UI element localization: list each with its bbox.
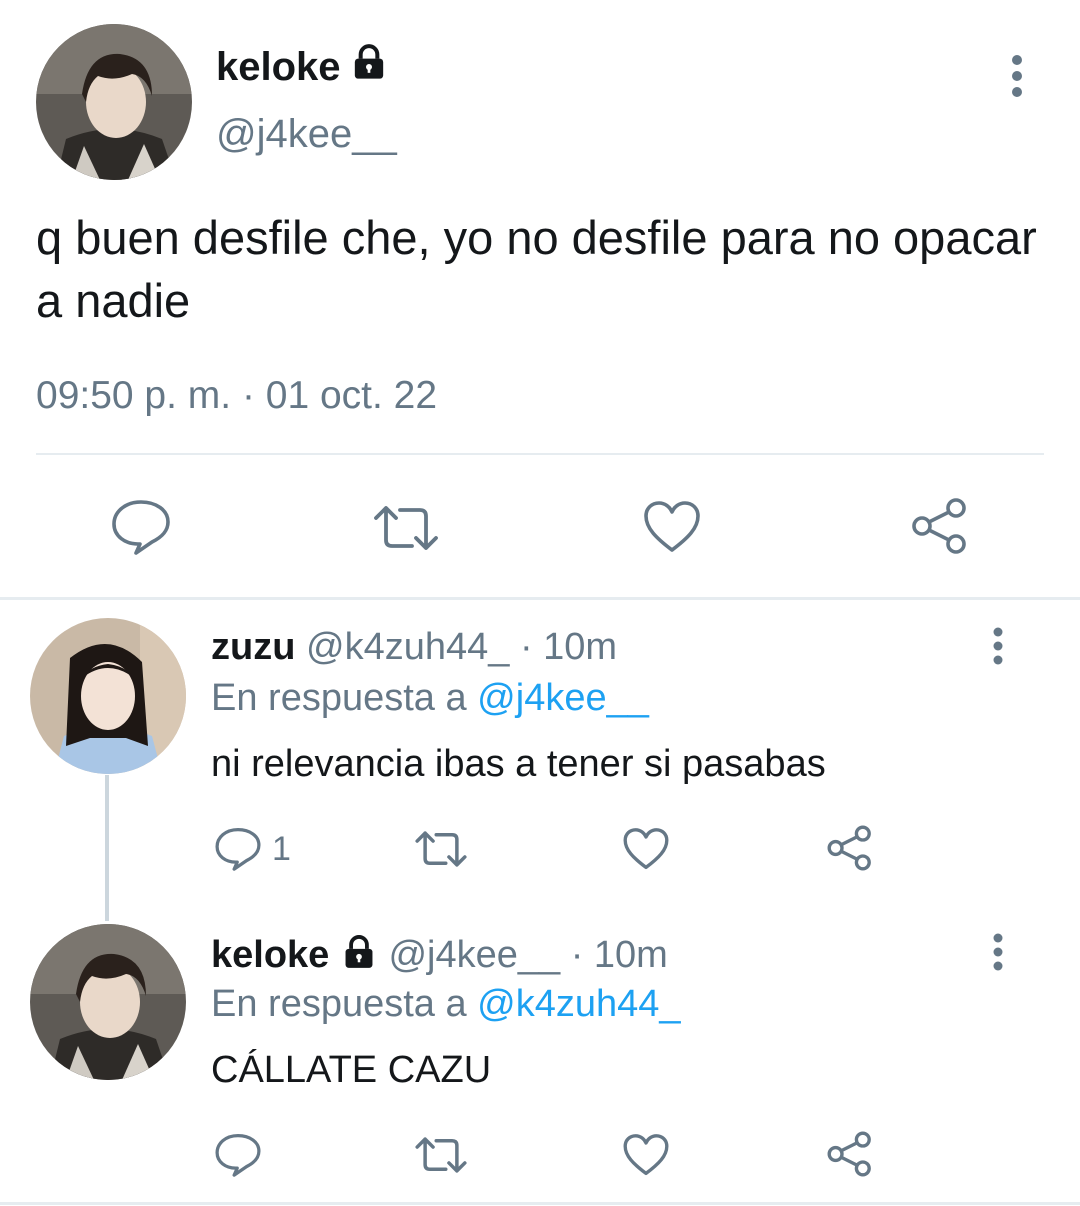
reply-header: zuzu @k4zuh44_ · 10m [211, 626, 617, 669]
reply-icon[interactable] [214, 1132, 262, 1178]
reply-time: · 10m [570, 934, 668, 977]
lock-icon [349, 42, 389, 92]
reply-author-name[interactable]: zuzu [211, 626, 295, 668]
like-icon[interactable] [642, 500, 702, 554]
author-name[interactable]: keloke [216, 42, 389, 92]
replying-to-prefix: En respuesta a [211, 983, 467, 1025]
replying-to-link[interactable]: @k4zuh44_ [477, 983, 680, 1025]
reply-icon[interactable] [214, 826, 262, 872]
main-avatar[interactable] [36, 24, 192, 180]
reply-text: ni relevancia ibas a tener si pasabas [211, 743, 826, 785]
replying-to-link[interactable]: @j4kee__ [477, 677, 649, 719]
reply-avatar[interactable] [30, 618, 186, 774]
share-icon[interactable] [826, 824, 874, 872]
reply-time: · 10m [519, 626, 618, 668]
reply-author-handle[interactable]: @k4zuh44_ [306, 626, 509, 668]
retweet-icon[interactable] [372, 502, 440, 554]
replying-to: En respuesta a @j4kee__ [211, 677, 649, 720]
divider [36, 453, 1044, 455]
more-vertical-icon[interactable] [1002, 54, 1032, 98]
tweet-timestamp[interactable]: 09:50 p. m. · 01 oct. 22 [36, 374, 437, 418]
reply-avatar[interactable] [30, 924, 186, 1080]
retweet-icon[interactable] [414, 828, 468, 870]
share-icon[interactable] [910, 496, 970, 556]
retweet-icon[interactable] [414, 1134, 468, 1176]
reply-icon[interactable] [110, 498, 172, 556]
reply-header: keloke @j4kee__ · 10m [211, 933, 668, 981]
like-icon[interactable] [622, 827, 670, 871]
thread-line [105, 775, 109, 921]
reply-author-handle[interactable]: @j4kee__ [388, 934, 560, 976]
more-vertical-icon[interactable] [986, 626, 1010, 666]
like-icon[interactable] [622, 1133, 670, 1177]
lock-icon [340, 933, 378, 981]
reply-author-name[interactable]: keloke [211, 934, 329, 976]
author-handle[interactable]: @j4kee__ [216, 112, 397, 157]
section-separator [0, 597, 1080, 600]
replying-to: En respuesta a @k4zuh44_ [211, 983, 681, 1026]
tweet-text: q buen desfile che, yo no desfile para n… [36, 211, 1037, 327]
reply-count: 1 [272, 830, 291, 868]
share-icon[interactable] [826, 1130, 874, 1178]
more-vertical-icon[interactable] [986, 932, 1010, 972]
replying-to-prefix: En respuesta a [211, 677, 467, 719]
reply-text: CÁLLATE CAZU [211, 1049, 492, 1091]
author-name-text[interactable]: keloke [216, 45, 341, 90]
bottom-separator [0, 1202, 1080, 1205]
